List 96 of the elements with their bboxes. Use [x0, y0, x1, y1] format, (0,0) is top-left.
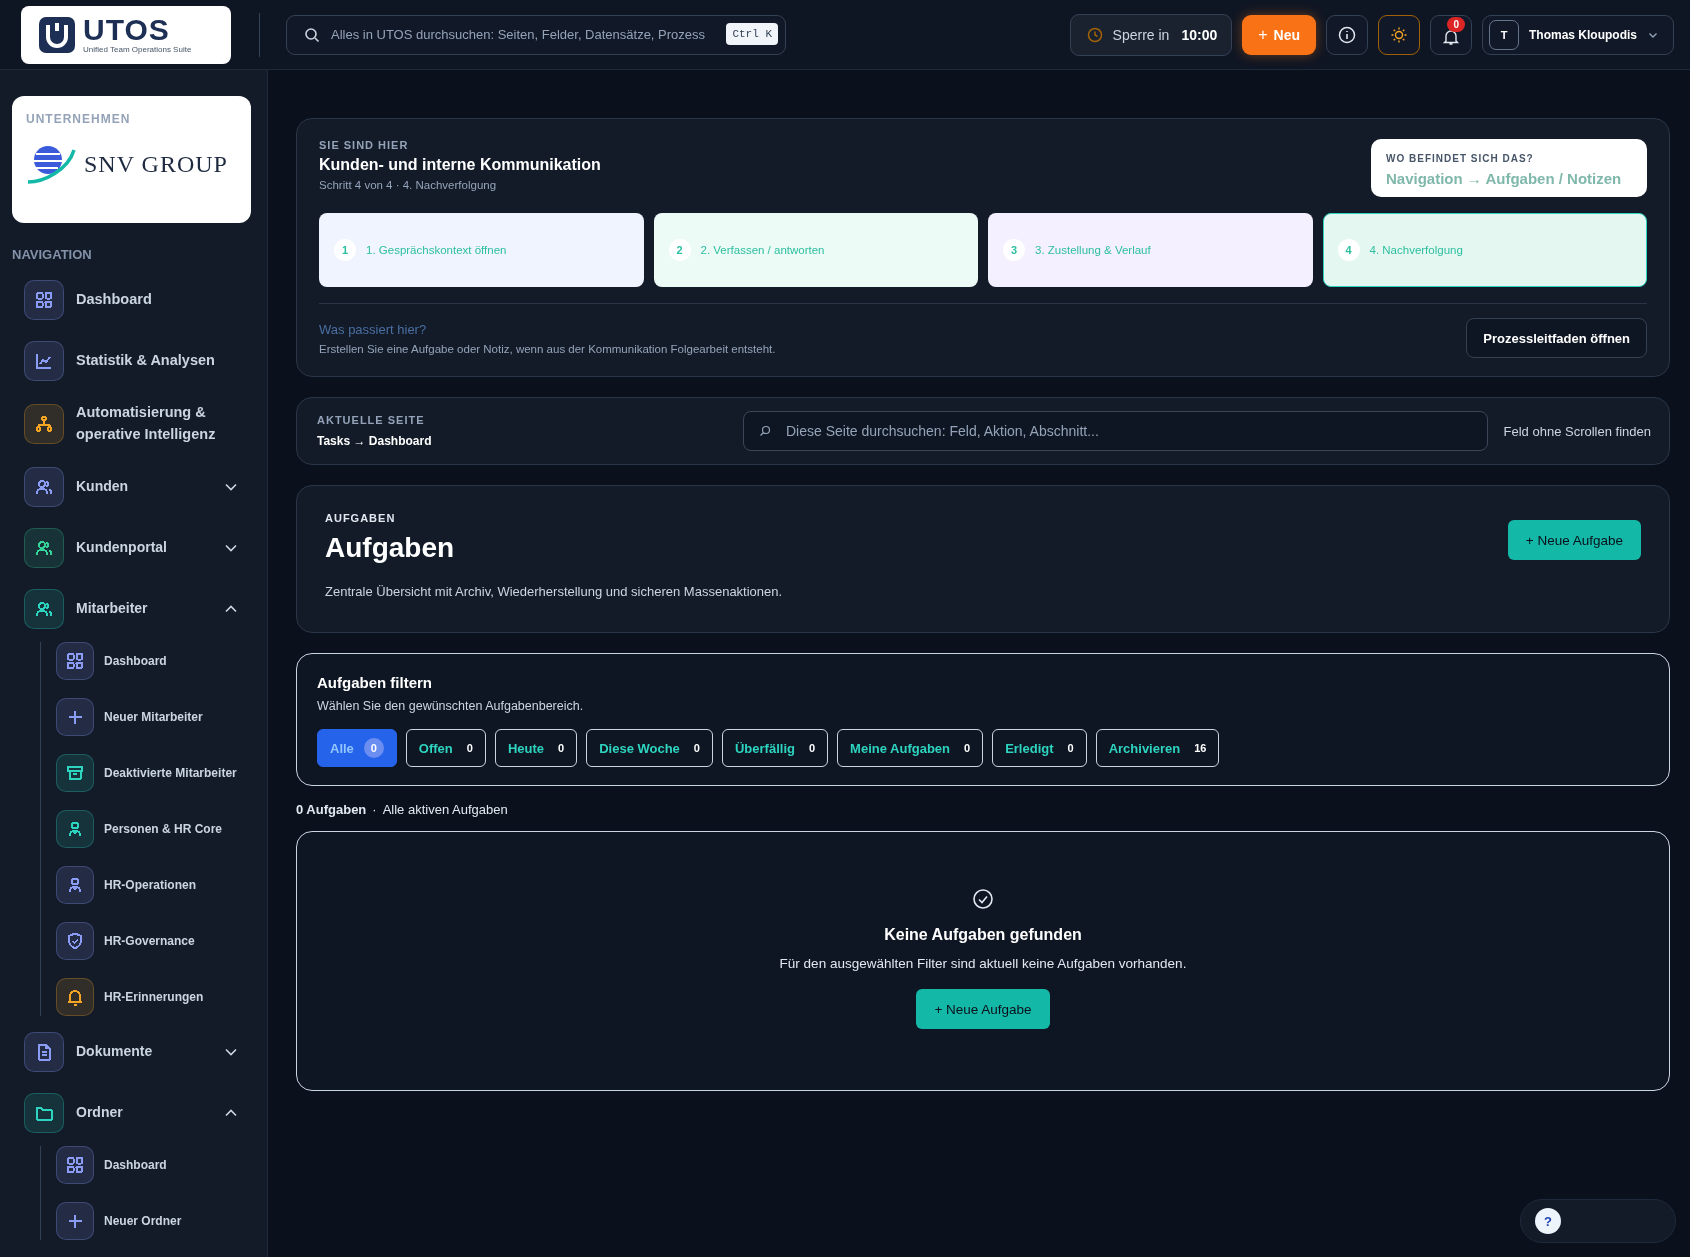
explanation-text: Erstellen Sie eine Aufgabe oder Notiz, wenn aus der Kommunikation Folgearbeit entsteht. — [319, 342, 776, 355]
filter-tab[interactable]: Archivieren 16 — [1095, 729, 1220, 767]
lock-label: Sperre in — [1112, 26, 1170, 43]
nav-label: Kundenportal — [76, 538, 168, 557]
logo[interactable]: UTOS Unified Team Operations Suite — [21, 5, 231, 64]
process-subtitle: Schritt 4 von 4 · 4. Nachverfolgung — [319, 179, 498, 191]
nav-label: Dashboard — [104, 653, 167, 668]
filter-tab[interactable]: Meine Aufgaben 0 — [837, 729, 984, 767]
user-avatar: T — [1489, 19, 1519, 50]
separator-dot: · — [372, 802, 377, 817]
lock-time: 10:00 — [1181, 26, 1218, 43]
nav-subitem[interactable]: Neuer Ordner — [56, 1201, 251, 1240]
step-number: 4 — [1337, 239, 1360, 261]
clock-icon — [1086, 26, 1103, 43]
location-label: WO BEFINDET SICH DAS? — [1386, 153, 1535, 164]
step-label: 2. Verfassen / antworten — [700, 244, 825, 256]
nav-item[interactable]: Automatisierung & operative Intelligenz — [12, 402, 251, 446]
filter-tab[interactable]: Überfällig 0 — [722, 729, 829, 767]
task-scope: Alle aktiven Aufgaben — [382, 802, 508, 817]
nav-label: HR-Operationen — [104, 877, 196, 892]
notifications-button[interactable]: 0 — [1430, 14, 1472, 55]
nav-label: Dokumente — [76, 1042, 154, 1061]
shortcut-key: Ctrl K — [726, 22, 778, 45]
new-task-button[interactable]: + Neue Aufgabe — [916, 989, 1050, 1029]
check-circle-icon — [972, 888, 994, 910]
nav-label: HR-Erinnerungen — [104, 989, 204, 1004]
nav-label: Neuer Mitarbeiter — [104, 709, 203, 724]
process-title: Kunden- und interne Kommunikation — [319, 156, 601, 174]
nav-subitem[interactable]: HR-Operationen — [56, 865, 251, 904]
search-icon — [304, 26, 320, 43]
notification-count: 0 — [1447, 16, 1465, 32]
step-label: 3. Zustellung & Verlauf — [1035, 244, 1151, 256]
theme-button[interactable] — [1378, 14, 1420, 55]
nav-item[interactable]: Ordner — [12, 1092, 251, 1133]
company-name: SNV GROUP — [84, 150, 228, 178]
filter-tab[interactable]: Heute 0 — [494, 729, 578, 767]
nav-item[interactable]: Dashboard — [12, 280, 251, 320]
company-label: UNTERNEHMEN — [26, 112, 132, 126]
nav-label: Mitarbeiter — [76, 599, 149, 618]
nav-label: Ordner — [76, 1103, 124, 1122]
step-number: 3 — [1003, 239, 1025, 261]
filter-subtitle: Wählen Sie den gewünschten Aufgabenbereich. — [317, 699, 585, 713]
task-count: 0 Aufgaben — [296, 802, 367, 817]
nav-item[interactable]: Mitarbeiter — [12, 588, 251, 629]
nav-subitem[interactable]: Dashboard — [56, 1145, 251, 1184]
info-button[interactable] — [1326, 14, 1368, 55]
step-number: 2 — [668, 239, 691, 261]
nav-item[interactable]: Dokumente — [12, 1031, 251, 1072]
search-icon — [759, 425, 771, 437]
logo-icon — [39, 16, 75, 53]
nav-subitem[interactable]: Personen & HR Core — [56, 809, 251, 848]
nav-label: Kunden — [76, 477, 130, 496]
nav-item[interactable]: Statistik & Analysen — [12, 341, 251, 381]
sun-icon — [1390, 25, 1408, 44]
nav-label: Dashboard — [104, 1157, 167, 1172]
section-label: NAVIGATION — [12, 247, 93, 262]
nav-label: Neuer Ordner — [104, 1213, 182, 1228]
filter-tab[interactable]: Offen 0 — [405, 729, 486, 767]
nav-subitem[interactable]: Dashboard — [56, 641, 251, 680]
help-widget[interactable]: ? — [1520, 1199, 1676, 1243]
search-hint: Feld ohne Scrollen finden — [1503, 423, 1651, 439]
guide-button[interactable]: Prozessleitfaden öffnen — [1466, 318, 1647, 358]
location-path: Navigation → Aufgaben / Notizen — [1386, 170, 1623, 187]
page-search-field[interactable]: Diese Seite durchsuchen: Feld, Aktion, Abschnitt... — [743, 411, 1488, 451]
empty-text: Für den ausgewählten Filter sind aktuell keine Aufgaben vorhanden. — [779, 956, 1187, 971]
nav-item[interactable]: Kunden — [12, 466, 251, 507]
empty-title: Keine Aufgaben gefunden — [884, 926, 1082, 944]
breadcrumb: Tasks → Dashboard — [317, 434, 433, 448]
nav-subitem[interactable]: HR-Governance — [56, 921, 251, 960]
eyebrow-label: AKTUELLE SEITE — [317, 414, 426, 426]
logo-tagline: Unified Team Operations Suite — [83, 45, 192, 54]
nav-item[interactable]: Kundenportal — [12, 527, 251, 568]
eyebrow-label: SIE SIND HIER — [319, 139, 410, 151]
user-menu[interactable]: T Thomas Kloupodis — [1482, 14, 1674, 55]
nav-subitem[interactable]: HR-Erinnerungen — [56, 977, 251, 1016]
page-description: Zentrale Übersicht mit Archiv, Wiederherstellung und sicheren Massenaktionen. — [325, 584, 783, 599]
nav-label: Personen & HR Core — [104, 821, 223, 836]
nav-label: Automatisierung & operative Intelligenz — [76, 403, 217, 444]
step-label: 4. Nachverfolgung — [1369, 244, 1463, 256]
new-task-button[interactable]: + Neue Aufgabe — [1507, 520, 1641, 560]
filter-title: Aufgaben filtern — [317, 674, 433, 691]
eyebrow-label: AUFGABEN — [325, 512, 397, 524]
nav-label: Deaktivierte Mitarbeiter — [104, 765, 237, 780]
step-number: 1 — [334, 239, 356, 261]
nav-label: Statistik & Analysen — [76, 351, 216, 371]
filter-tab[interactable]: Diese Woche 0 — [586, 729, 713, 767]
logo-name: UTOS — [83, 15, 171, 45]
nav-subitem[interactable]: Neuer Mitarbeiter — [56, 697, 251, 736]
company-card[interactable]: UNTERNEHMEN SNV GROUP — [12, 96, 251, 223]
nav-label: HR-Governance — [104, 933, 195, 948]
nav-subitem[interactable]: Deaktivierte Mitarbeiter — [56, 753, 251, 792]
filter-tab[interactable]: Erledigt 0 — [992, 729, 1087, 767]
step-label: 1. Gesprächskontext öffnen — [366, 244, 507, 256]
info-icon — [1338, 25, 1356, 44]
nav-label: Dashboard — [76, 290, 153, 310]
page-title: Aufgaben — [325, 532, 456, 564]
